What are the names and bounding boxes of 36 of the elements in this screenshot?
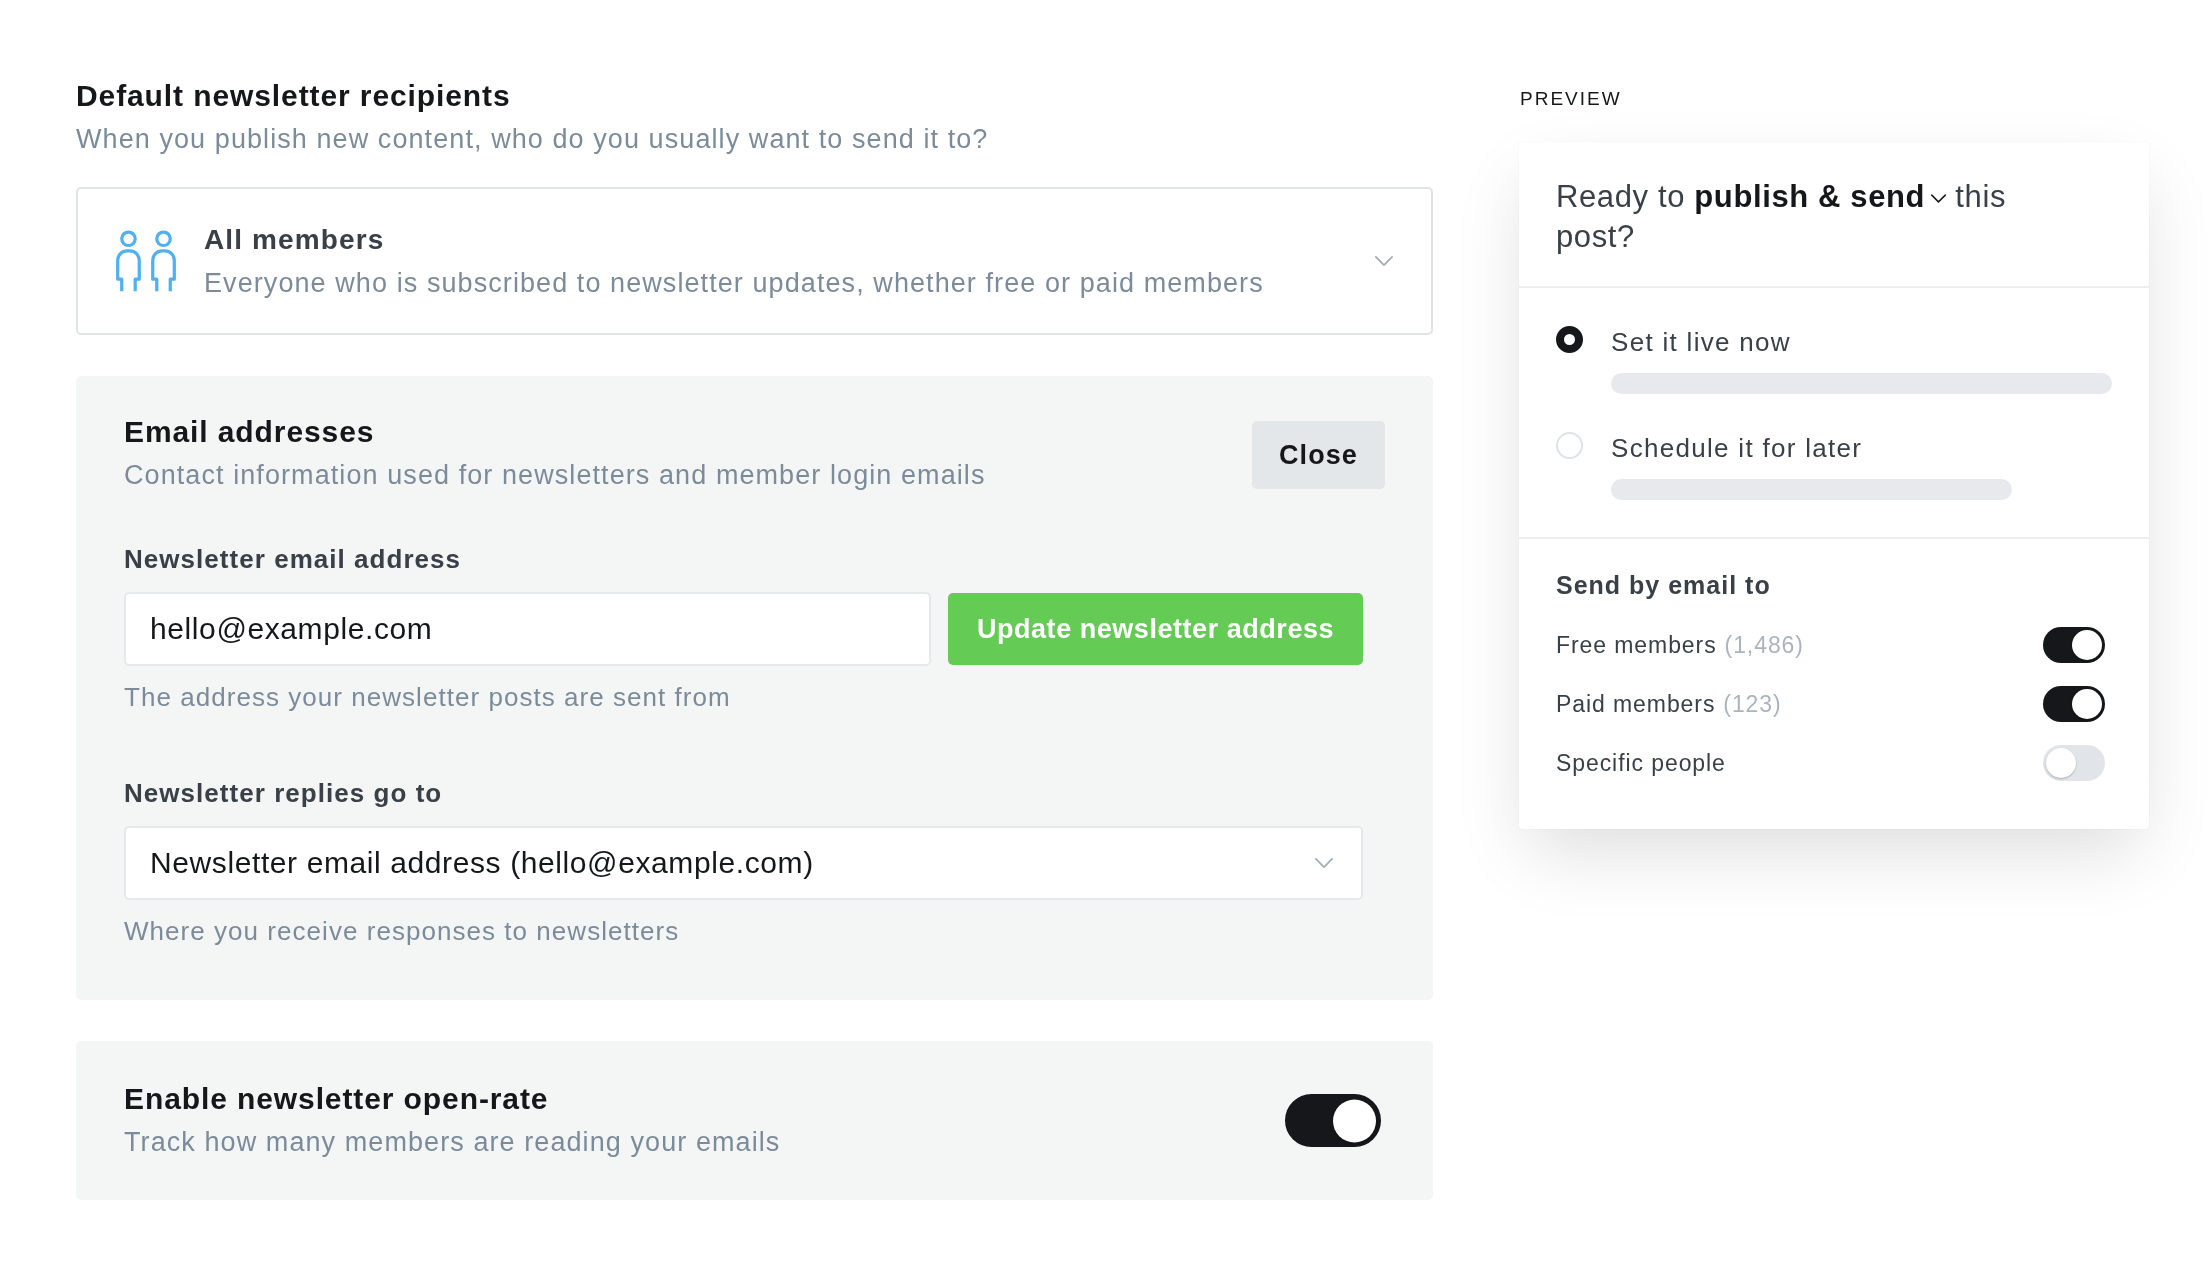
field-hint: Where you receive responses to newsletters (124, 915, 681, 948)
send-title: Send by email to (1556, 570, 1772, 601)
replies-select[interactable]: Newsletter email address (hello@example.com) (124, 826, 1363, 900)
chevron-down-icon (1315, 858, 1333, 868)
audience-label: Specific people (1556, 749, 1726, 778)
toggle-switch[interactable] (2043, 627, 2105, 663)
panel-description: Contact information used for newsletters and member login emails (124, 459, 986, 492)
section-description: When you publish new content, who do you usually want to send it to? (76, 123, 990, 156)
close-button[interactable]: Close (1252, 421, 1385, 489)
panel-description: Track how many members are reading your emails (124, 1126, 781, 1159)
option-label: Schedule it for later (1611, 432, 1864, 464)
option-title: All members (204, 222, 386, 257)
toggle-switch[interactable] (2043, 745, 2105, 781)
audience-label: Paid members (1556, 690, 1716, 719)
radio-button[interactable] (1556, 326, 1583, 353)
publish-prompt: Ready to publish & send this post? (1556, 178, 2008, 256)
chevron-down-icon (1375, 256, 1393, 266)
publish-type-dropdown[interactable]: publish & send (1694, 179, 1947, 214)
people-icon (115, 229, 177, 293)
section-title: Default newsletter recipients (76, 79, 512, 113)
audience-count: (1,486) (1724, 631, 1804, 660)
toggle-switch[interactable] (1285, 1094, 1381, 1147)
field-label: Newsletter email address (124, 543, 463, 576)
field-label: Newsletter replies go to (124, 777, 444, 810)
chevron-down-icon (1931, 194, 1947, 204)
preview-label: PREVIEW (1519, 87, 1623, 111)
option-description: Everyone who is subscribed to newsletter updates, whether free or paid members (204, 266, 1265, 300)
audience-count: (123) (1723, 690, 1782, 719)
email-input[interactable]: hello@example.com (124, 592, 931, 666)
toggle-switch[interactable] (2043, 686, 2105, 722)
audience-label: Free members (1556, 631, 1717, 660)
panel-title: Email addresses (124, 415, 376, 449)
recipients-dropdown[interactable]: All members Everyone who is subscribed to newsletter updates, whether free or paid members (76, 187, 1433, 335)
option-label: Set it live now (1611, 326, 1792, 358)
field-hint: The address your newsletter posts are sent from (124, 681, 732, 714)
panel-title: Enable newsletter open-rate (124, 1082, 550, 1116)
